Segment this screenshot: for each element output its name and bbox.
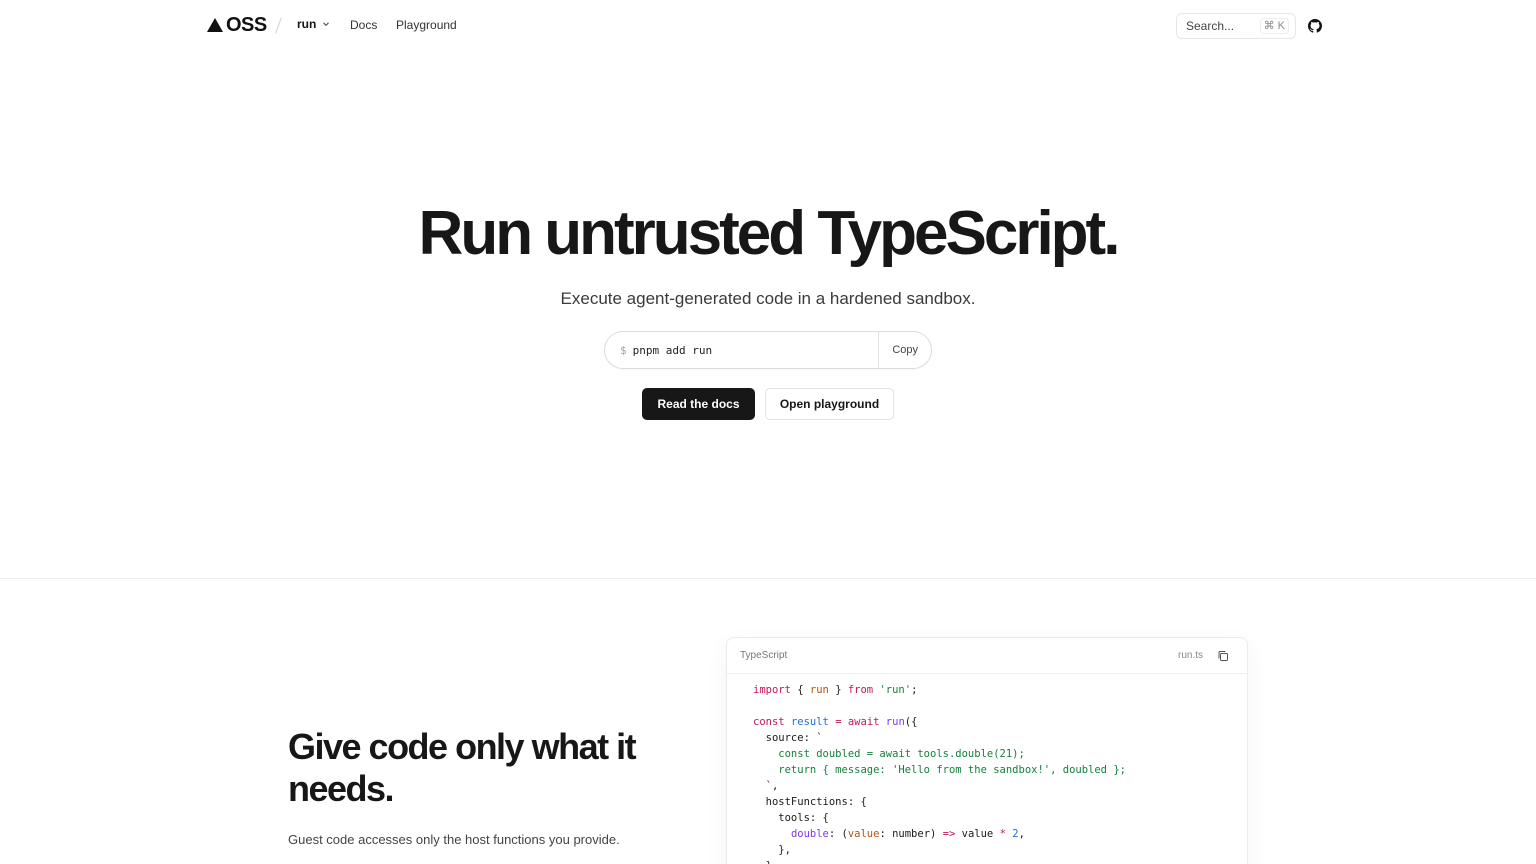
code-line: hostFunctions: {: [753, 796, 867, 808]
code-language: TypeScript: [740, 650, 788, 661]
search-button[interactable]: Search... ⌘ K: [1176, 13, 1296, 39]
feature-description: Guest code accesses only the host functi…: [288, 832, 620, 847]
code-block[interactable]: import { run } from 'run'; const result …: [727, 674, 1247, 864]
breadcrumb-separator: [275, 17, 282, 34]
project-switcher[interactable]: run: [297, 17, 330, 31]
search-shortcut: ⌘ K: [1259, 18, 1289, 34]
code-line: const doubled = await tools.double(21);: [753, 748, 1025, 760]
triangle-logo-icon: [207, 18, 223, 32]
copy-command-button[interactable]: Copy: [878, 332, 931, 368]
code-line: import { run } from 'run';: [753, 684, 918, 696]
read-docs-button[interactable]: Read the docs: [642, 388, 755, 420]
code-line: },: [753, 858, 1247, 864]
code-line: tools: {: [753, 812, 829, 824]
install-command[interactable]: pnpm add run: [633, 344, 879, 357]
code-filename: run.ts: [1177, 650, 1203, 661]
feature-title: Give code only what it needs.: [288, 726, 637, 809]
shell-prompt: $: [620, 343, 627, 357]
nav-link-playground[interactable]: Playground: [396, 18, 457, 32]
code-line: },: [753, 844, 791, 856]
section-divider: [0, 578, 1536, 579]
code-line: return { message: 'Hello from the sandbo…: [753, 764, 1126, 776]
open-playground-button[interactable]: Open playground: [765, 388, 894, 420]
hero-title: Run untrusted TypeScript.: [418, 199, 1121, 268]
project-name: run: [297, 17, 317, 31]
install-command-box: $ pnpm add run Copy: [604, 331, 932, 369]
search-placeholder: Search...: [1186, 19, 1235, 33]
logo[interactable]: OSS: [207, 14, 267, 36]
shortcut-key: K: [1277, 20, 1285, 32]
github-icon[interactable]: [1308, 19, 1322, 33]
code-line: source: `: [753, 732, 823, 744]
code-line: const result = await run({: [753, 716, 918, 728]
copy-icon[interactable]: [1217, 650, 1229, 662]
logo-text: OSS: [226, 14, 267, 36]
code-card-header: TypeScript run.ts: [727, 638, 1247, 674]
top-navbar: OSS run Docs Playground Search... ⌘ K: [0, 0, 1536, 52]
chevron-down-icon: [323, 22, 330, 27]
code-line: `,: [753, 780, 779, 792]
code-line: double: (value: number) => value * 2,: [790, 828, 1025, 840]
code-header-actions: run.ts: [1178, 650, 1229, 662]
code-example-card: TypeScript run.ts import { run } from 'r…: [726, 637, 1248, 864]
hero-subtitle: Execute agent-generated code in a harden…: [560, 289, 976, 308]
command-key-icon: ⌘: [1263, 20, 1275, 32]
nav-link-docs[interactable]: Docs: [350, 18, 377, 32]
